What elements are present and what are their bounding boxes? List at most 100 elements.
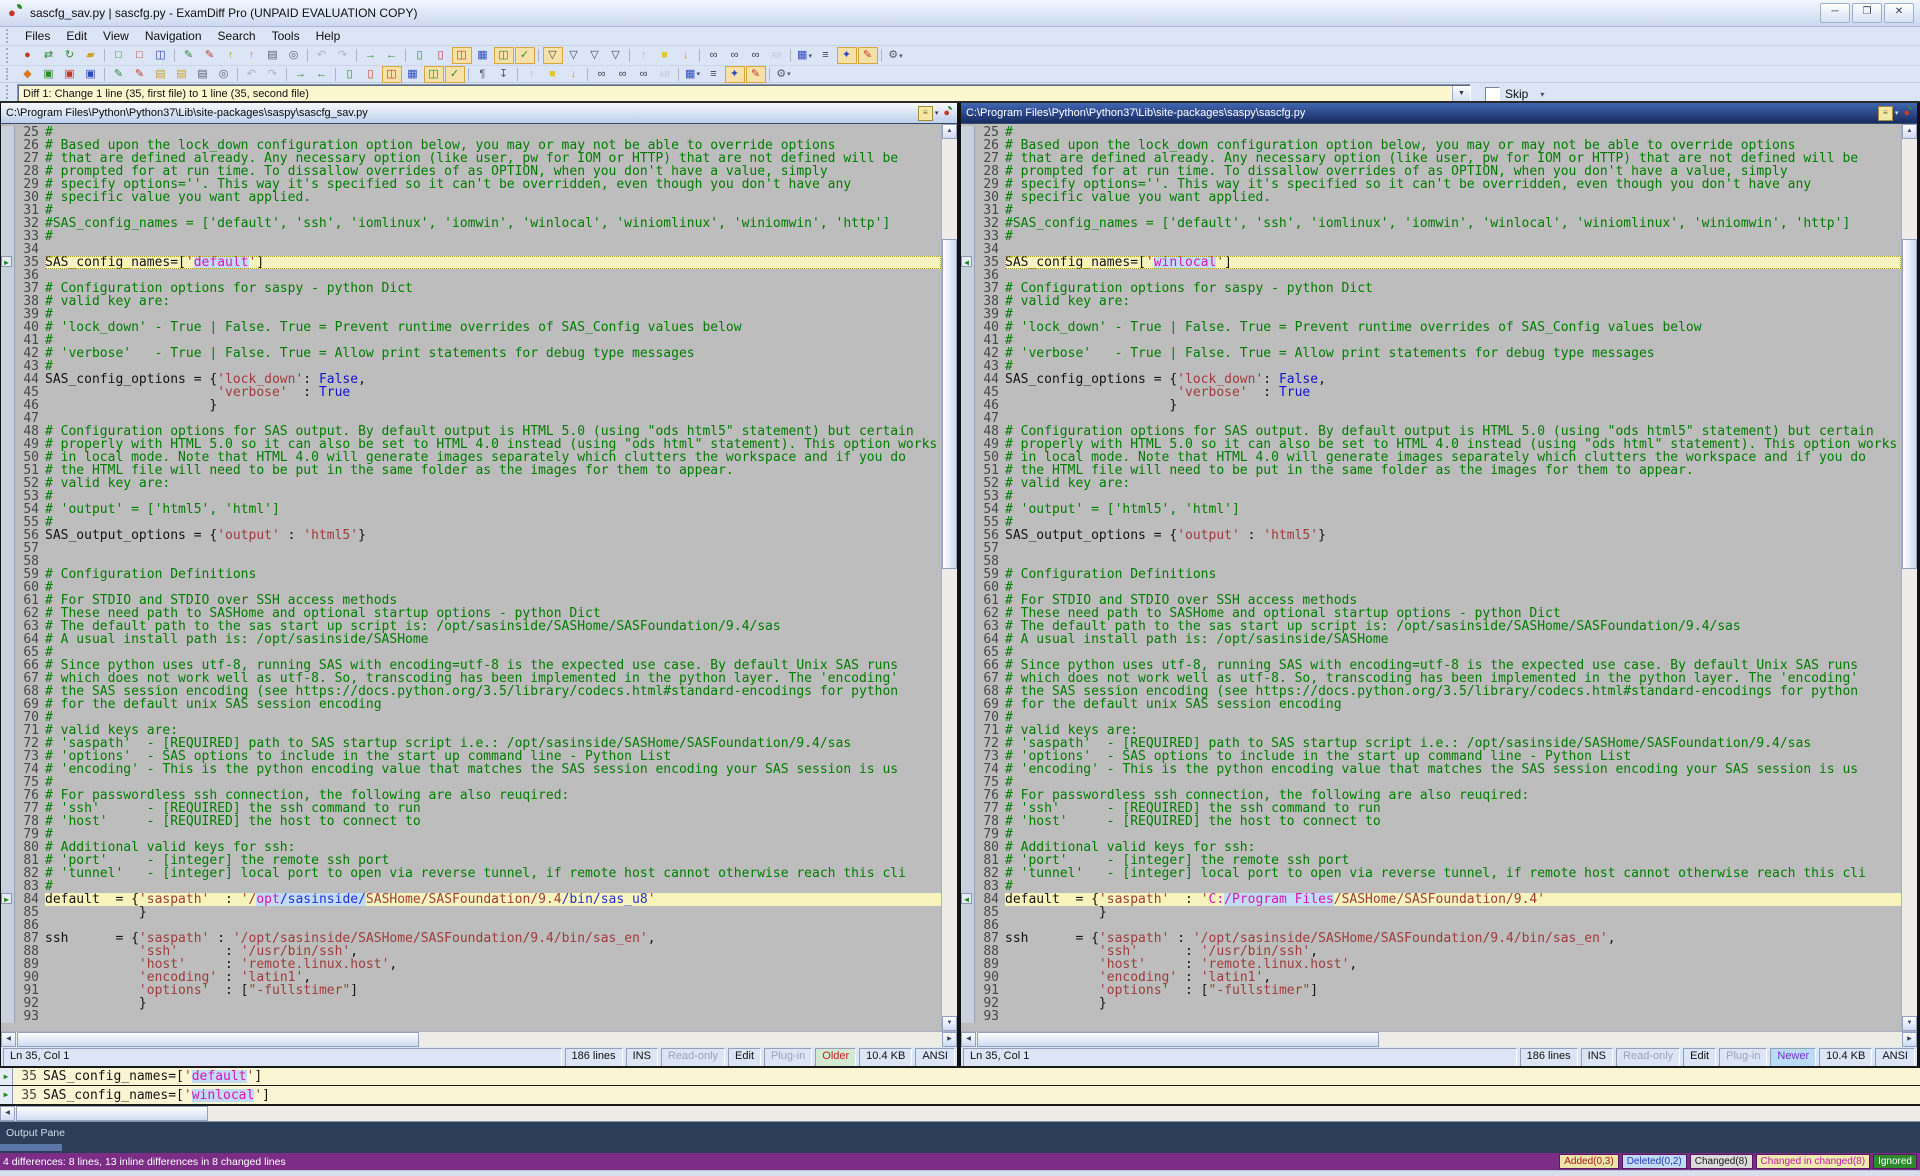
hscroll-thumb[interactable] xyxy=(977,1032,1379,1047)
code-line-46[interactable]: 46 } xyxy=(1,399,941,412)
allow-editing-icon[interactable]: ✎ xyxy=(858,47,878,64)
code-line-41[interactable]: 41# xyxy=(1,334,941,347)
code-line-30[interactable]: 30# specific value you want applied. xyxy=(1,191,941,204)
scroll-left-icon[interactable]: ◀ xyxy=(0,1106,15,1121)
code-area-right[interactable]: 25#26# Based upon the lock_down configur… xyxy=(961,124,1901,1031)
toolbar-grip-2[interactable] xyxy=(6,68,13,81)
save-second-icon[interactable]: ▣ xyxy=(60,66,80,83)
vertical-scrollbar-left[interactable]: ▲ ▼ xyxy=(941,124,957,1031)
code-line-59[interactable]: 59# Configuration Definitions xyxy=(1,568,941,581)
code-line-84[interactable]: ▶84default = {'saspath' : '/opt/sasinsid… xyxy=(1,893,941,906)
file-details-icon[interactable]: ▤ xyxy=(193,66,213,83)
code-line-48[interactable]: 48# Configuration options for SAS output… xyxy=(961,425,1901,438)
show-identical-lines-icon[interactable]: ▽ xyxy=(585,47,605,64)
code-line-68[interactable]: 68# the SAS session encoding (see https:… xyxy=(961,685,1901,698)
code-line-62[interactable]: 62# These need path to SASHome and optio… xyxy=(1,607,941,620)
new-session-icon[interactable]: ◆ xyxy=(18,66,38,83)
split-grid-icon[interactable]: ▦ xyxy=(473,47,493,64)
code-line-93[interactable]: 93 xyxy=(961,1010,1901,1023)
horizontal-scrollbar-right[interactable]: ◀ ▶ xyxy=(961,1031,1917,1047)
edit-copy-second-icon[interactable]: ✎ xyxy=(130,66,150,83)
menu-edit[interactable]: Edit xyxy=(58,28,95,44)
code-line-31[interactable]: 31# xyxy=(1,204,941,217)
code-line-62[interactable]: 62# These need path to SASHome and optio… xyxy=(961,607,1901,620)
code-line-25[interactable]: 25# xyxy=(1,126,941,139)
code-line-71[interactable]: 71# valid keys are: xyxy=(961,724,1901,737)
code-line-70[interactable]: 70# xyxy=(961,711,1901,724)
code-line-75[interactable]: 75# xyxy=(961,776,1901,789)
toolbar-grip-1[interactable] xyxy=(6,48,13,63)
code-line-89[interactable]: 89 'host' : 'remote.linux.host', xyxy=(1,958,941,971)
code-line-88[interactable]: 88 'ssh' : '/usr/bin/ssh', xyxy=(1,945,941,958)
line-details-icon[interactable]: ≡ xyxy=(816,47,836,64)
match-case-icon[interactable]: AB xyxy=(767,47,787,64)
code-line-42[interactable]: 42# 'verbose' - True | False. True = All… xyxy=(961,347,1901,360)
code-line-43[interactable]: 43# xyxy=(1,360,941,373)
undo-icon[interactable]: ↶ xyxy=(312,47,332,64)
next-block-icon[interactable]: ↓ xyxy=(676,47,696,64)
code-line-31[interactable]: 31# xyxy=(961,204,1901,217)
code-line-26[interactable]: 26# Based upon the lock_down configurati… xyxy=(961,139,1901,152)
code-line-71[interactable]: 71# valid keys are: xyxy=(1,724,941,737)
pin-session-icon[interactable]: ↧ xyxy=(494,66,514,83)
code-line-60[interactable]: 60# xyxy=(961,581,1901,594)
compare-icon[interactable]: ● xyxy=(18,47,38,64)
prev-change-icon[interactable]: ↑ xyxy=(522,66,542,83)
code-line-50[interactable]: 50# in local mode. Note that HTML 4.0 wi… xyxy=(961,451,1901,464)
code-line-67[interactable]: 67# which does not work well as utf-8. S… xyxy=(961,672,1901,685)
plugins-icon[interactable]: ✦ xyxy=(837,47,857,64)
code-line-40[interactable]: 40# 'lock_down' - True | False. True = P… xyxy=(1,321,941,334)
plugin-manager-icon[interactable]: ✦ xyxy=(725,66,745,83)
code-line-67[interactable]: 67# which does not work well as utf-8. S… xyxy=(1,672,941,685)
menu-search[interactable]: Search xyxy=(210,28,264,44)
code-line-34[interactable]: 34 xyxy=(1,243,941,256)
find-text-icon[interactable]: ∞ xyxy=(592,66,612,83)
title-bar[interactable]: ● sascfg_sav.py | sascfg.py - ExamDiff P… xyxy=(0,0,1920,27)
code-line-66[interactable]: 66# Since python uses utf-8, running SAS… xyxy=(1,659,941,672)
hscroll-thumb[interactable] xyxy=(16,1106,208,1121)
pane-second-icon[interactable]: ▯ xyxy=(431,47,451,64)
code-line-50[interactable]: 50# in local mode. Note that HTML 4.0 wi… xyxy=(1,451,941,464)
scroll-right-icon[interactable]: ▶ xyxy=(1902,1032,1917,1047)
first-pane-icon[interactable]: ▯ xyxy=(340,66,360,83)
code-line-44[interactable]: 44SAS_config_options = {'lock_down': Fal… xyxy=(961,373,1901,386)
code-line-93[interactable]: 93 xyxy=(1,1010,941,1023)
options-icon[interactable]: ⚙▾ xyxy=(886,47,906,64)
show-both-files-icon[interactable]: ◫ xyxy=(151,47,171,64)
code-line-85[interactable]: 85 } xyxy=(961,906,1901,919)
code-line-53[interactable]: 53# xyxy=(961,490,1901,503)
code-line-28[interactable]: 28# prompted for at run time. To dissall… xyxy=(1,165,941,178)
code-line-80[interactable]: 80# Additional valid keys for ssh: xyxy=(961,841,1901,854)
code-line-30[interactable]: 30# specific value you want applied. xyxy=(961,191,1901,204)
code-line-77[interactable]: 77# 'ssh' - [REQUIRED] the ssh command t… xyxy=(1,802,941,815)
menu-files[interactable]: Files xyxy=(17,28,58,44)
restore-button[interactable]: ❐ xyxy=(1852,3,1882,23)
code-line-91[interactable]: 91 'options' : ["-fullstimer"] xyxy=(961,984,1901,997)
copy-to-second-icon[interactable]: ↑ xyxy=(242,47,262,64)
code-line-45[interactable]: 45 'verbose' : True xyxy=(961,386,1901,399)
open-files-icon[interactable]: ▰ xyxy=(81,47,101,64)
code-line-48[interactable]: 48# Configuration options for SAS output… xyxy=(1,425,941,438)
code-line-37[interactable]: 37# Configuration options for saspy - py… xyxy=(1,282,941,295)
examdiff-logo-icon[interactable]: ● xyxy=(1903,107,1910,119)
menu-tools[interactable]: Tools xyxy=(264,28,308,44)
scroll-thumb[interactable] xyxy=(1902,239,1917,569)
code-line-26[interactable]: 26# Based upon the lock_down configurati… xyxy=(1,139,941,152)
code-line-69[interactable]: 69# for the default unix SAS session enc… xyxy=(961,698,1901,711)
current-diff-icon[interactable]: ■ xyxy=(655,47,675,64)
edit-second-file-icon[interactable]: ✎ xyxy=(200,47,220,64)
code-line-92[interactable]: 92 } xyxy=(961,997,1901,1010)
code-line-88[interactable]: 88 'ssh' : '/usr/bin/ssh', xyxy=(961,945,1901,958)
code-line-46[interactable]: 46 } xyxy=(961,399,1901,412)
find-text-next-icon[interactable]: ∞ xyxy=(613,66,633,83)
find-icon[interactable]: ∞ xyxy=(704,47,724,64)
code-line-78[interactable]: 78# 'host' - [REQUIRED] the host to conn… xyxy=(1,815,941,828)
code-line-39[interactable]: 39# xyxy=(961,308,1901,321)
code-line-28[interactable]: 28# prompted for at run time. To dissall… xyxy=(961,165,1901,178)
find-next-icon[interactable]: ∞ xyxy=(725,47,745,64)
code-line-83[interactable]: 83# xyxy=(1,880,941,893)
scroll-thumb[interactable] xyxy=(942,239,957,569)
menu-navigation[interactable]: Navigation xyxy=(137,28,210,44)
code-line-55[interactable]: 55# xyxy=(1,516,941,529)
code-line-37[interactable]: 37# Configuration options for saspy - py… xyxy=(961,282,1901,295)
